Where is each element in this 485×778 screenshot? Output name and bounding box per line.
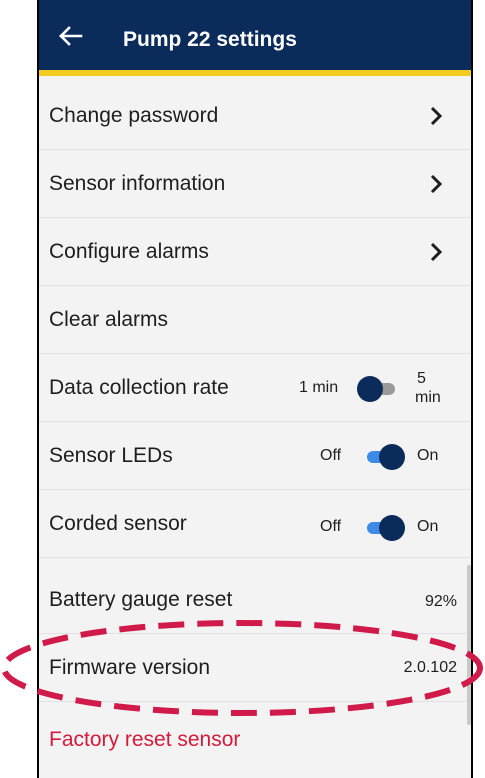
firmware-version-row: Firmware version 2.0.102 — [39, 634, 471, 702]
factory-reset-label: Factory reset sensor — [49, 728, 241, 751]
sensor-leds-row: Sensor LEDs Off On — [39, 422, 471, 490]
sensor-leds-off-label: Off — [320, 447, 342, 464]
app-bar: Pump 22 settings — [39, 0, 471, 76]
sensor-information-label: Sensor information — [49, 172, 226, 195]
chevron-right-icon — [430, 174, 443, 194]
settings-screen: Pump 22 settings Change password Sensor … — [37, 0, 473, 778]
corded-sensor-off-label: Off — [320, 518, 342, 535]
corded-sensor-on-label: On — [417, 518, 439, 535]
battery-gauge-reset-row[interactable]: Battery gauge reset 92% — [39, 566, 471, 634]
sensor-leds-label: Sensor LEDs — [49, 444, 173, 467]
corded-sensor-toggle[interactable] — [365, 515, 405, 541]
clear-alarms-label: Clear alarms — [49, 308, 169, 331]
rate-option-5-value: 5 — [417, 370, 426, 387]
sensor-leds-on-label: On — [417, 447, 439, 464]
data-collection-rate-row: Data collection rate 1 min 5 min — [39, 354, 471, 422]
configure-alarms-label: Configure alarms — [49, 240, 209, 263]
clear-alarms-row[interactable]: Clear alarms — [39, 286, 471, 354]
data-collection-rate-toggle[interactable] — [357, 376, 397, 402]
chevron-right-icon — [430, 242, 443, 262]
battery-gauge-value: 92% — [424, 593, 457, 610]
sensor-information-row[interactable]: Sensor information — [39, 150, 471, 218]
page-title: Pump 22 settings — [123, 28, 297, 51]
factory-reset-row[interactable]: Factory reset sensor — [39, 706, 471, 774]
toggle-knob — [379, 444, 405, 470]
chevron-right-icon — [430, 106, 443, 126]
data-collection-rate-label: Data collection rate — [49, 376, 229, 399]
scrollbar[interactable] — [467, 565, 471, 725]
configure-alarms-row[interactable]: Configure alarms — [39, 218, 471, 286]
change-password-label: Change password — [49, 104, 219, 127]
toggle-knob — [379, 515, 405, 541]
firmware-version-label: Firmware version — [49, 656, 211, 679]
corded-sensor-row: Corded sensor Off On — [39, 490, 471, 558]
corded-sensor-label: Corded sensor — [49, 512, 187, 535]
sensor-leds-toggle[interactable] — [365, 444, 405, 470]
change-password-row[interactable]: Change password — [39, 82, 471, 150]
firmware-version-value: 2.0.102 — [403, 659, 457, 676]
rate-option-1min: 1 min — [299, 379, 339, 396]
toggle-knob — [357, 376, 383, 402]
arrow-left-icon[interactable] — [57, 22, 85, 50]
battery-gauge-reset-label: Battery gauge reset — [49, 588, 233, 611]
rate-option-5-unit: min — [415, 389, 441, 406]
